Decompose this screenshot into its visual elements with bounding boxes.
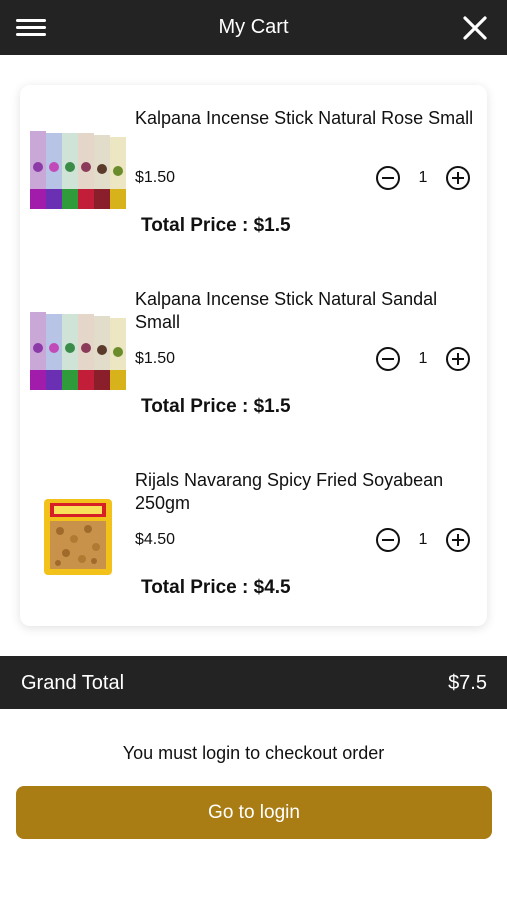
- grand-total-label: Grand Total: [21, 672, 125, 694]
- product-name: Kalpana Incense Stick Natural Rose Small: [135, 108, 474, 128]
- product-name: Rijals Navarang Spicy Fried Soyabean 250…: [135, 470, 444, 513]
- product-price: $1.50: [135, 350, 176, 367]
- quantity-stepper: 1: [376, 347, 470, 373]
- increase-quantity-button[interactable]: [446, 166, 470, 190]
- quantity-stepper: 1: [376, 528, 470, 554]
- grand-total-value: $7.5: [448, 672, 487, 694]
- quantity-stepper: 1: [376, 166, 470, 192]
- quantity-value: 1: [418, 169, 428, 186]
- product-name: Kalpana Incense Stick Natural Sandal Sma…: [135, 289, 438, 332]
- increase-quantity-button[interactable]: [446, 528, 470, 552]
- product-price: $1.50: [135, 169, 176, 186]
- increase-quantity-button[interactable]: [446, 347, 470, 371]
- decrease-quantity-button[interactable]: [376, 528, 400, 552]
- quantity-value: 1: [418, 531, 428, 548]
- decrease-quantity-button[interactable]: [376, 166, 400, 190]
- grand-total-bar: Grand Total $7.5: [0, 656, 507, 709]
- cart-item: Kalpana Incense Stick Natural Rose Small…: [20, 85, 487, 265]
- page-title: My Cart: [218, 16, 289, 38]
- quantity-value: 1: [418, 350, 428, 367]
- item-total-price: Total Price : $1.5: [141, 215, 291, 236]
- incense-stick-box-image: [30, 131, 126, 209]
- soyabean-snack-packet-image: [44, 499, 112, 575]
- cart-item: Kalpana Incense Stick Natural Sandal Sma…: [20, 266, 487, 446]
- cart-item: Rijals Navarang Spicy Fried Soyabean 250…: [20, 447, 487, 627]
- top-bar: My Cart: [0, 0, 507, 55]
- close-icon[interactable]: [460, 13, 490, 43]
- product-price: $4.50: [135, 531, 176, 548]
- item-total-price: Total Price : $1.5: [141, 396, 291, 417]
- cart-items-card: Kalpana Incense Stick Natural Rose Small…: [20, 85, 487, 626]
- decrease-quantity-button[interactable]: [376, 347, 400, 371]
- item-total-price: Total Price : $4.5: [141, 577, 291, 598]
- incense-stick-box-image: [30, 312, 126, 390]
- go-to-login-button[interactable]: Go to login: [16, 786, 492, 839]
- login-required-message: You must login to checkout order: [122, 743, 385, 763]
